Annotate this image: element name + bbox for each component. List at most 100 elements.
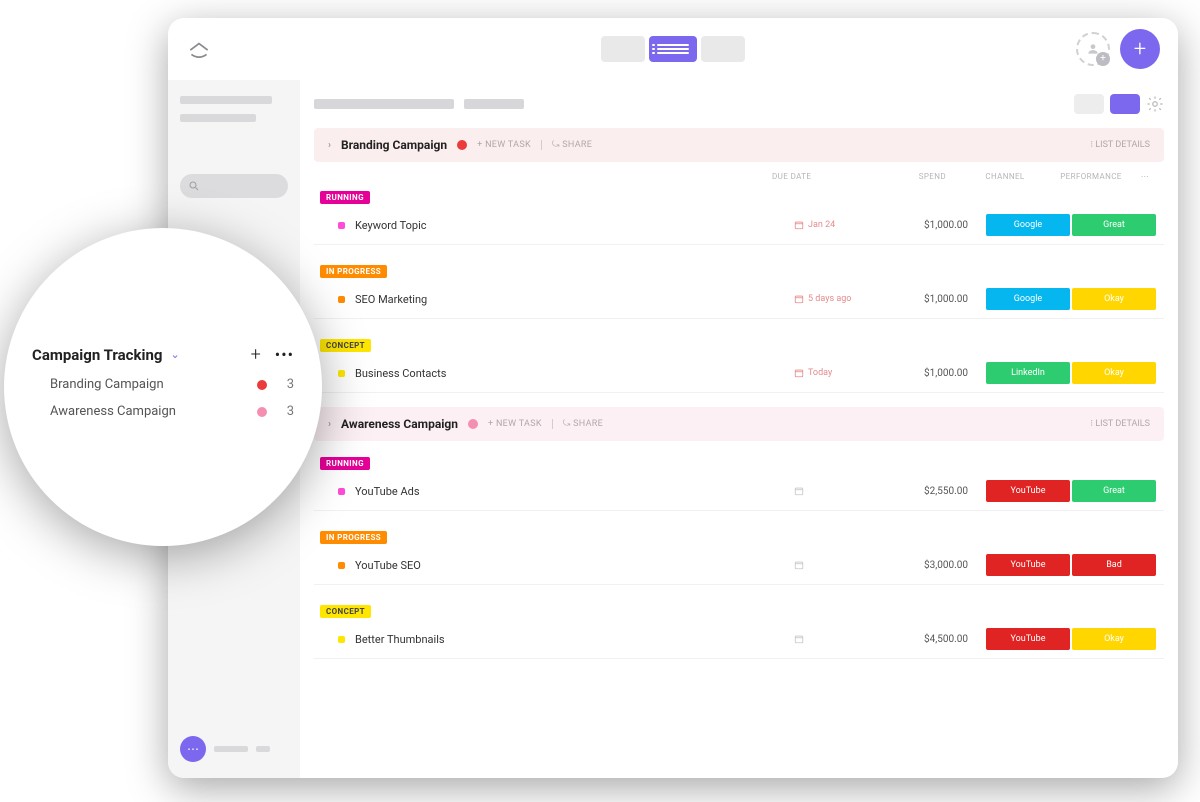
share-button[interactable]: ⤿ SHARE — [552, 140, 592, 150]
status-running: RUNNING — [320, 191, 370, 204]
task-bullet — [338, 296, 345, 303]
performance-chip[interactable]: Great — [1072, 480, 1156, 502]
topbar: + + — [168, 18, 1178, 80]
list-label: Awareness Campaign — [50, 404, 176, 419]
task-name: SEO Marketing — [355, 293, 427, 306]
task-row[interactable]: Better Thumbnails $4,500.00 YouTube Okay — [314, 620, 1164, 659]
col-performance: PERFORMANCE — [1048, 172, 1134, 181]
status-dot — [457, 140, 467, 150]
layout-option-active[interactable] — [1110, 94, 1140, 114]
status-inprogress: IN PROGRESS — [320, 531, 387, 544]
due-date — [794, 486, 884, 496]
view-option-3[interactable] — [701, 36, 745, 62]
chat-placeholder — [256, 746, 270, 752]
spend-value: $1,000.00 — [884, 294, 984, 305]
due-date: Today — [794, 368, 884, 378]
due-date: 5 days ago — [794, 294, 884, 304]
spend-value: $1,000.00 — [884, 368, 984, 379]
status-dot — [468, 419, 478, 429]
status-concept: CONCEPT — [320, 339, 371, 352]
chat-button[interactable]: ⋯ — [180, 736, 206, 762]
status-concept: CONCEPT — [320, 605, 371, 618]
new-task-button[interactable]: + NEW TASK — [477, 140, 531, 150]
task-bullet — [338, 562, 345, 569]
performance-chip[interactable]: Okay — [1072, 288, 1156, 310]
title-placeholder — [314, 99, 454, 109]
performance-chip[interactable]: Great — [1072, 214, 1156, 236]
channel-chip[interactable]: Google — [986, 214, 1070, 236]
status-dot — [257, 407, 267, 417]
subtitle-placeholder — [464, 99, 524, 109]
sidebar-placeholder — [180, 114, 256, 122]
performance-chip[interactable]: Bad — [1072, 554, 1156, 576]
list-item[interactable]: Awareness Campaign 3 — [32, 398, 294, 425]
status-inprogress: IN PROGRESS — [320, 265, 387, 278]
task-name: Keyword Topic — [355, 219, 427, 232]
chevron-down-icon[interactable]: ⌄ — [170, 348, 179, 361]
task-row[interactable]: SEO Marketing 5 days ago $1,000.00 Googl… — [314, 280, 1164, 319]
task-count: 3 — [287, 377, 294, 392]
spend-value: $3,000.00 — [884, 560, 984, 571]
status-dot — [257, 380, 267, 390]
app-logo[interactable] — [186, 36, 212, 62]
channel-chip[interactable]: LinkedIn — [986, 362, 1070, 384]
folder-title[interactable]: Campaign Tracking — [32, 346, 162, 364]
task-row[interactable]: Keyword Topic Jan 24 $1,000.00 Google Gr… — [314, 206, 1164, 245]
channel-chip[interactable]: YouTube — [986, 628, 1070, 650]
gear-icon[interactable] — [1146, 95, 1164, 113]
invite-user-button[interactable]: + — [1076, 32, 1110, 66]
new-task-button[interactable]: + NEW TASK — [488, 419, 542, 429]
sidebar-zoom-lens: Campaign Tracking ⌄ + ••• Branding Campa… — [4, 228, 322, 546]
col-channel: CHANNEL — [962, 172, 1048, 181]
spend-value: $4,500.00 — [884, 634, 984, 645]
task-bullet — [338, 488, 345, 495]
task-row[interactable]: YouTube Ads $2,550.00 YouTube Great — [314, 472, 1164, 511]
view-option-1[interactable] — [601, 36, 645, 62]
task-bullet — [338, 370, 345, 377]
task-row[interactable]: Business Contacts Today $1,000.00 Linked… — [314, 354, 1164, 393]
more-icon[interactable]: ⋯ — [1134, 172, 1156, 181]
performance-chip[interactable]: Okay — [1072, 628, 1156, 650]
task-row[interactable]: YouTube SEO $3,000.00 YouTube Bad — [314, 546, 1164, 585]
more-icon[interactable]: ••• — [275, 345, 294, 364]
group-title: Awareness Campaign — [341, 417, 458, 431]
channel-chip[interactable]: YouTube — [986, 554, 1070, 576]
layout-option-1[interactable] — [1074, 94, 1104, 114]
list-details-button[interactable]: ⁝ LIST DETAILS — [1090, 140, 1150, 150]
group-header-awareness[interactable]: › Awareness Campaign + NEW TASK ⤿ SHARE … — [314, 407, 1164, 441]
chevron-right-icon: › — [328, 419, 331, 430]
main-header — [314, 94, 1164, 114]
channel-chip[interactable]: Google — [986, 288, 1070, 310]
col-due: DUE DATE — [772, 172, 862, 181]
spend-value: $2,550.00 — [884, 486, 984, 497]
task-name: YouTube SEO — [355, 559, 421, 572]
sidebar-placeholder — [180, 96, 272, 104]
list-item[interactable]: Branding Campaign 3 — [32, 371, 294, 398]
due-date — [794, 634, 884, 644]
group-title: Branding Campaign — [341, 138, 447, 152]
channel-chip[interactable]: YouTube — [986, 480, 1070, 502]
view-option-list[interactable] — [649, 36, 697, 62]
chat-placeholder — [214, 746, 248, 752]
status-running: RUNNING — [320, 457, 370, 470]
list-label: Branding Campaign — [50, 377, 164, 392]
share-button[interactable]: ⤿ SHARE — [563, 419, 603, 429]
chevron-right-icon: › — [328, 140, 331, 151]
due-date: Jan 24 — [794, 220, 884, 230]
spend-value: $1,000.00 — [884, 220, 984, 231]
due-date — [794, 560, 884, 570]
search-input[interactable] — [180, 174, 288, 198]
list-details-button[interactable]: ⁝ LIST DETAILS — [1090, 419, 1150, 429]
task-name: Better Thumbnails — [355, 633, 445, 646]
add-list-button[interactable]: + — [251, 344, 261, 365]
plus-icon: + — [1096, 52, 1110, 66]
group-header-branding[interactable]: › Branding Campaign + NEW TASK ⤿ SHARE ⁝… — [314, 128, 1164, 162]
col-spend: SPEND — [862, 172, 962, 181]
task-bullet — [338, 222, 345, 229]
main-content: › Branding Campaign + NEW TASK ⤿ SHARE ⁝… — [300, 80, 1178, 778]
task-name: YouTube Ads — [355, 485, 420, 498]
view-switcher — [601, 36, 745, 62]
performance-chip[interactable]: Okay — [1072, 362, 1156, 384]
task-bullet — [338, 636, 345, 643]
create-button[interactable]: + — [1120, 29, 1160, 69]
